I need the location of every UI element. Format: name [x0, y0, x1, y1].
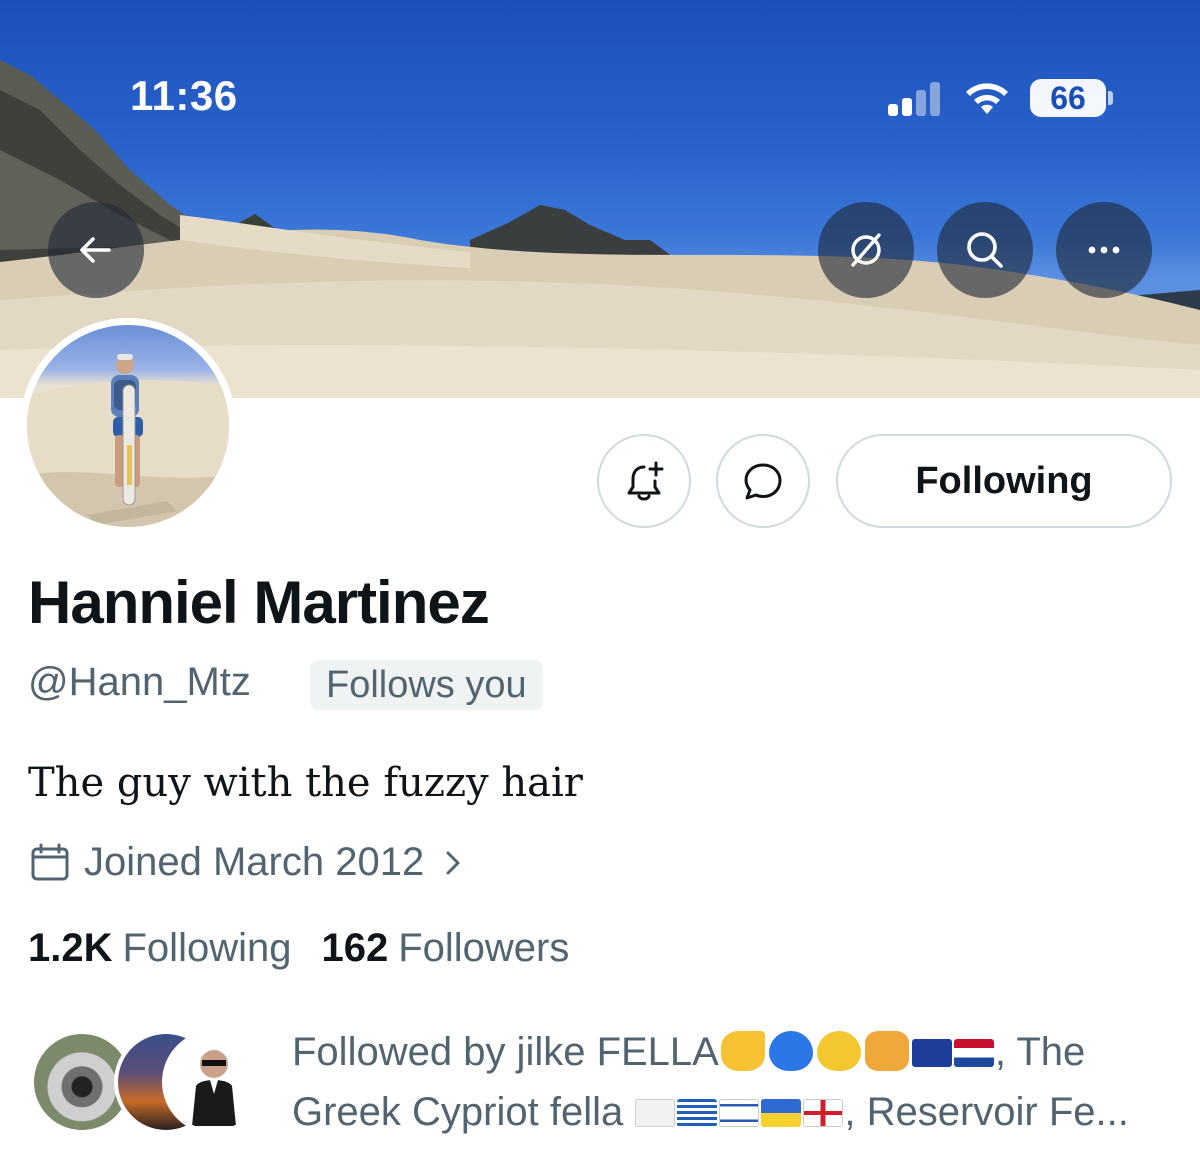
blue-heart-emoji-icon	[768, 1031, 813, 1071]
grok-button[interactable]	[818, 202, 914, 298]
status-time: 11:36	[130, 72, 238, 119]
yellow-heart-emoji-icon	[816, 1031, 861, 1071]
followed-by-separator: , The	[994, 1030, 1086, 1074]
followers-count: 162	[321, 926, 389, 970]
more-dots-icon	[1088, 246, 1120, 254]
search-button[interactable]	[937, 202, 1033, 298]
follower-avatar-3[interactable]	[162, 1030, 266, 1134]
following-stat-link[interactable]: 1.2K Following	[28, 926, 291, 971]
ukraine-flag-icon	[761, 1099, 802, 1127]
avatar-photo	[27, 325, 229, 527]
display-name: Hanniel Martinez	[28, 569, 490, 636]
joined-date-text: Joined March 2012	[84, 840, 425, 884]
following-count: 1.2K	[28, 926, 113, 970]
followers-label: Followers	[398, 926, 570, 970]
cyprus-flag-icon	[635, 1099, 676, 1127]
search-icon	[967, 232, 1003, 268]
chevron-right-icon	[446, 851, 460, 874]
israel-flag-icon	[719, 1099, 760, 1127]
fist-emoji-icon	[864, 1031, 909, 1071]
flexed-biceps-emoji-icon	[720, 1031, 765, 1071]
profile-avatar[interactable]	[20, 318, 236, 534]
arrow-left-icon	[80, 237, 111, 263]
greece-flag-icon	[677, 1099, 718, 1127]
notifications-button[interactable]	[597, 434, 691, 528]
netherlands-flag-icon	[953, 1039, 994, 1067]
follows-you-badge: Follows you	[310, 660, 543, 710]
followed-by-prefix: Followed by jilke FELLA	[292, 1030, 719, 1074]
battery-tip	[1108, 91, 1113, 105]
back-button[interactable]	[48, 202, 144, 298]
more-options-button[interactable]	[1056, 202, 1152, 298]
following-button[interactable]: Following	[836, 434, 1172, 528]
chat-bubble-icon	[744, 463, 782, 500]
georgia-flag-icon	[803, 1099, 844, 1127]
joined-date-row[interactable]: Joined March 2012	[28, 840, 468, 885]
following-label: Following	[122, 926, 292, 970]
cellular-signal-icon	[888, 82, 946, 116]
user-handle: @Hann_Mtz	[28, 660, 251, 704]
followed-by-text[interactable]: Followed by jilke FELLA , The Greek Cypri…	[292, 1022, 1182, 1142]
bell-plus-icon	[627, 461, 664, 501]
followers-stat-link[interactable]: 162 Followers	[321, 926, 569, 971]
slash-circle-icon	[851, 233, 881, 267]
follow-stats: 1.2K Following 162 Followers	[28, 926, 599, 971]
profile-bio: The guy with the fuzzy hair	[28, 760, 583, 806]
wifi-icon	[966, 83, 1008, 114]
eu-flag-icon	[911, 1039, 952, 1067]
message-button[interactable]	[716, 434, 810, 528]
followed-by-suffix: , Reservoir Fe...	[844, 1090, 1129, 1134]
followed-by-second-name: Greek Cypriot fella	[292, 1090, 624, 1134]
calendar-icon	[31, 843, 69, 880]
battery-indicator: 66	[1030, 79, 1106, 117]
